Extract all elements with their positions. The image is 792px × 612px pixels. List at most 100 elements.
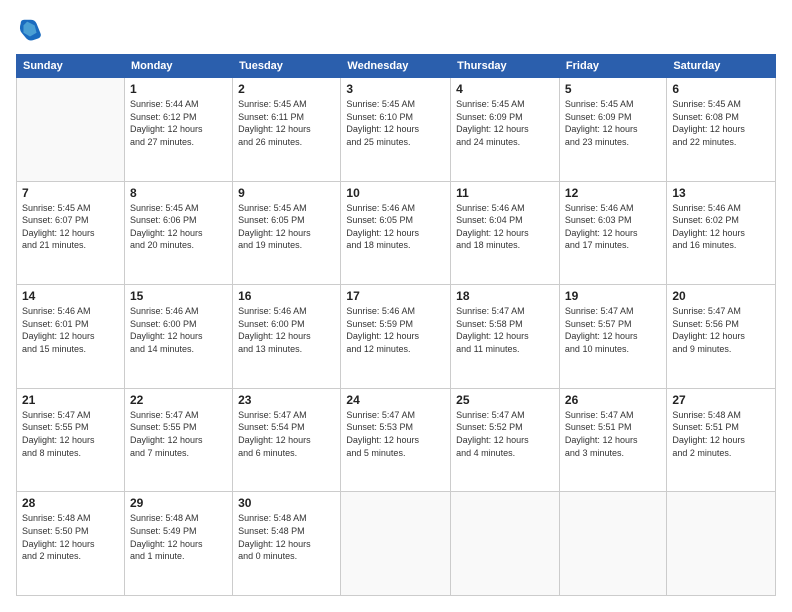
weekday-header-sunday: Sunday (17, 55, 125, 78)
day-number: 15 (130, 289, 227, 303)
day-number: 14 (22, 289, 119, 303)
day-number: 9 (238, 186, 335, 200)
day-number: 27 (672, 393, 770, 407)
day-number: 29 (130, 496, 227, 510)
day-number: 11 (456, 186, 554, 200)
day-info: Sunrise: 5:45 AM Sunset: 6:09 PM Dayligh… (565, 98, 661, 148)
calendar-cell: 22 Sunrise: 5:47 AM Sunset: 5:55 PM Dayli… (124, 388, 232, 492)
day-info: Sunrise: 5:47 AM Sunset: 5:55 PM Dayligh… (130, 409, 227, 459)
calendar-cell: 28 Sunrise: 5:48 AM Sunset: 5:50 PM Dayli… (17, 492, 125, 596)
calendar-cell: 8 Sunrise: 5:45 AM Sunset: 6:06 PM Daylig… (124, 181, 232, 285)
calendar-cell: 3 Sunrise: 5:45 AM Sunset: 6:10 PM Daylig… (341, 78, 451, 182)
day-number: 21 (22, 393, 119, 407)
calendar-cell: 26 Sunrise: 5:47 AM Sunset: 5:51 PM Dayli… (559, 388, 666, 492)
week-row-1: 1 Sunrise: 5:44 AM Sunset: 6:12 PM Daylig… (17, 78, 776, 182)
week-row-2: 7 Sunrise: 5:45 AM Sunset: 6:07 PM Daylig… (17, 181, 776, 285)
day-info: Sunrise: 5:48 AM Sunset: 5:51 PM Dayligh… (672, 409, 770, 459)
day-info: Sunrise: 5:47 AM Sunset: 5:54 PM Dayligh… (238, 409, 335, 459)
day-info: Sunrise: 5:44 AM Sunset: 6:12 PM Dayligh… (130, 98, 227, 148)
calendar-table: SundayMondayTuesdayWednesdayThursdayFrid… (16, 54, 776, 596)
calendar-cell (667, 492, 776, 596)
day-info: Sunrise: 5:46 AM Sunset: 6:03 PM Dayligh… (565, 202, 661, 252)
day-info: Sunrise: 5:45 AM Sunset: 6:09 PM Dayligh… (456, 98, 554, 148)
day-number: 17 (346, 289, 445, 303)
weekday-header-thursday: Thursday (451, 55, 560, 78)
day-info: Sunrise: 5:48 AM Sunset: 5:49 PM Dayligh… (130, 512, 227, 562)
calendar-cell: 1 Sunrise: 5:44 AM Sunset: 6:12 PM Daylig… (124, 78, 232, 182)
day-number: 30 (238, 496, 335, 510)
day-info: Sunrise: 5:47 AM Sunset: 5:52 PM Dayligh… (456, 409, 554, 459)
page: SundayMondayTuesdayWednesdayThursdayFrid… (0, 0, 792, 612)
day-info: Sunrise: 5:48 AM Sunset: 5:48 PM Dayligh… (238, 512, 335, 562)
calendar-cell: 24 Sunrise: 5:47 AM Sunset: 5:53 PM Dayli… (341, 388, 451, 492)
day-number: 16 (238, 289, 335, 303)
day-number: 28 (22, 496, 119, 510)
weekday-header-row: SundayMondayTuesdayWednesdayThursdayFrid… (17, 55, 776, 78)
calendar-cell: 27 Sunrise: 5:48 AM Sunset: 5:51 PM Dayli… (667, 388, 776, 492)
day-number: 26 (565, 393, 661, 407)
calendar-cell: 10 Sunrise: 5:46 AM Sunset: 6:05 PM Dayli… (341, 181, 451, 285)
day-info: Sunrise: 5:46 AM Sunset: 6:04 PM Dayligh… (456, 202, 554, 252)
calendar-cell: 9Sunrise: 5:45 AM Sunset: 6:05 PM Daylig… (233, 181, 341, 285)
calendar-cell (17, 78, 125, 182)
calendar-cell: 21 Sunrise: 5:47 AM Sunset: 5:55 PM Dayli… (17, 388, 125, 492)
week-row-5: 28 Sunrise: 5:48 AM Sunset: 5:50 PM Dayli… (17, 492, 776, 596)
weekday-header-tuesday: Tuesday (233, 55, 341, 78)
day-number: 4 (456, 82, 554, 96)
day-info: Sunrise: 5:46 AM Sunset: 6:05 PM Dayligh… (346, 202, 445, 252)
calendar-cell: 12 Sunrise: 5:46 AM Sunset: 6:03 PM Dayli… (559, 181, 666, 285)
calendar-cell: 19Sunrise: 5:47 AM Sunset: 5:57 PM Dayli… (559, 285, 666, 389)
day-number: 13 (672, 186, 770, 200)
weekday-header-monday: Monday (124, 55, 232, 78)
day-number: 3 (346, 82, 445, 96)
day-info: Sunrise: 5:47 AM Sunset: 5:51 PM Dayligh… (565, 409, 661, 459)
day-info: Sunrise: 5:45 AM Sunset: 6:06 PM Dayligh… (130, 202, 227, 252)
calendar-cell (451, 492, 560, 596)
day-info: Sunrise: 5:45 AM Sunset: 6:11 PM Dayligh… (238, 98, 335, 148)
calendar-cell: 11 Sunrise: 5:46 AM Sunset: 6:04 PM Dayli… (451, 181, 560, 285)
day-info: Sunrise: 5:47 AM Sunset: 5:57 PM Dayligh… (565, 305, 661, 355)
weekday-header-saturday: Saturday (667, 55, 776, 78)
day-number: 7 (22, 186, 119, 200)
day-number: 8 (130, 186, 227, 200)
calendar-cell: 29 Sunrise: 5:48 AM Sunset: 5:49 PM Dayli… (124, 492, 232, 596)
calendar-cell (559, 492, 666, 596)
calendar-cell: 2Sunrise: 5:45 AM Sunset: 6:11 PM Daylig… (233, 78, 341, 182)
calendar-cell: 13 Sunrise: 5:46 AM Sunset: 6:02 PM Dayli… (667, 181, 776, 285)
day-number: 23 (238, 393, 335, 407)
calendar-cell: 6Sunrise: 5:45 AM Sunset: 6:08 PM Daylig… (667, 78, 776, 182)
day-info: Sunrise: 5:46 AM Sunset: 5:59 PM Dayligh… (346, 305, 445, 355)
day-info: Sunrise: 5:46 AM Sunset: 6:02 PM Dayligh… (672, 202, 770, 252)
day-number: 24 (346, 393, 445, 407)
week-row-4: 21 Sunrise: 5:47 AM Sunset: 5:55 PM Dayli… (17, 388, 776, 492)
day-number: 1 (130, 82, 227, 96)
day-info: Sunrise: 5:47 AM Sunset: 5:55 PM Dayligh… (22, 409, 119, 459)
day-number: 12 (565, 186, 661, 200)
day-number: 20 (672, 289, 770, 303)
calendar-cell: 14 Sunrise: 5:46 AM Sunset: 6:01 PM Dayli… (17, 285, 125, 389)
day-info: Sunrise: 5:46 AM Sunset: 6:01 PM Dayligh… (22, 305, 119, 355)
day-info: Sunrise: 5:45 AM Sunset: 6:10 PM Dayligh… (346, 98, 445, 148)
calendar-cell: 25 Sunrise: 5:47 AM Sunset: 5:52 PM Dayli… (451, 388, 560, 492)
header (16, 16, 776, 44)
calendar-cell: 17 Sunrise: 5:46 AM Sunset: 5:59 PM Dayli… (341, 285, 451, 389)
weekday-header-wednesday: Wednesday (341, 55, 451, 78)
calendar-cell: 4 Sunrise: 5:45 AM Sunset: 6:09 PM Daylig… (451, 78, 560, 182)
day-number: 25 (456, 393, 554, 407)
day-number: 22 (130, 393, 227, 407)
logo (16, 16, 46, 44)
calendar-cell: 5 Sunrise: 5:45 AM Sunset: 6:09 PM Daylig… (559, 78, 666, 182)
day-info: Sunrise: 5:46 AM Sunset: 6:00 PM Dayligh… (238, 305, 335, 355)
day-info: Sunrise: 5:47 AM Sunset: 5:53 PM Dayligh… (346, 409, 445, 459)
day-number: 10 (346, 186, 445, 200)
calendar-cell (341, 492, 451, 596)
day-info: Sunrise: 5:48 AM Sunset: 5:50 PM Dayligh… (22, 512, 119, 562)
calendar-cell: 30 Sunrise: 5:48 AM Sunset: 5:48 PM Dayli… (233, 492, 341, 596)
day-info: Sunrise: 5:45 AM Sunset: 6:07 PM Dayligh… (22, 202, 119, 252)
day-info: Sunrise: 5:47 AM Sunset: 5:58 PM Dayligh… (456, 305, 554, 355)
calendar-cell: 20Sunrise: 5:47 AM Sunset: 5:56 PM Dayli… (667, 285, 776, 389)
calendar-cell: 16 Sunrise: 5:46 AM Sunset: 6:00 PM Dayli… (233, 285, 341, 389)
day-info: Sunrise: 5:45 AM Sunset: 6:08 PM Dayligh… (672, 98, 770, 148)
calendar-cell: 7 Sunrise: 5:45 AM Sunset: 6:07 PM Daylig… (17, 181, 125, 285)
day-number: 5 (565, 82, 661, 96)
